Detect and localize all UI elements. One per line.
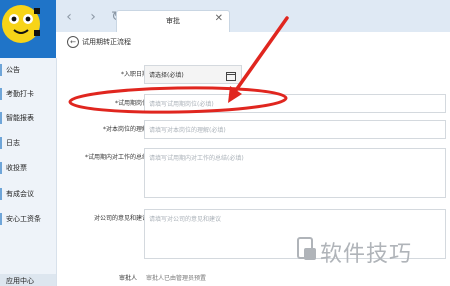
tab-title: 审批 <box>166 17 180 25</box>
accent-bar <box>0 112 2 124</box>
understanding-input[interactable]: 请填写对本岗位的理解(必填) <box>144 120 446 139</box>
summary-label: *试用期内对工作的总结 <box>84 154 148 161</box>
watermark-icon <box>297 237 316 260</box>
sidebar: 公告 考勤打卡 智能报表 日志 收投票 有成会议 安心工资条 <box>0 58 57 286</box>
watermark-text: 软件技巧 <box>320 242 413 267</box>
sidebar-item-payslip[interactable]: 安心工资条 <box>0 207 56 231</box>
sidebar-footer-label: 应用中心 <box>6 277 34 285</box>
entry-date-picker[interactable]: 请选择(必填) <box>144 65 242 84</box>
tab-approval[interactable]: 审批 ✕ <box>116 10 230 33</box>
sidebar-item-label: 考勤打卡 <box>6 90 34 98</box>
accent-bar <box>0 213 2 225</box>
understanding-label: *对本岗位的理解 <box>102 126 148 133</box>
position-placeholder: 请填写试用期岗位(必填) <box>149 101 214 108</box>
suggestions-label: 对公司的意见和建议 <box>93 215 148 222</box>
sidebar-item-label: 收投票 <box>6 164 27 172</box>
sidebar-item-label: 安心工资条 <box>6 215 41 223</box>
accent-bar <box>0 162 2 174</box>
sidebar-item-announcement[interactable]: 公告 <box>0 58 56 82</box>
sidebar-item-app-center[interactable]: 应用中心 <box>0 274 56 286</box>
close-icon[interactable]: ✕ <box>215 13 223 24</box>
page-title: 试用期转正流程 <box>82 38 131 46</box>
understanding-placeholder: 请填写对本岗位的理解(必填) <box>149 127 226 134</box>
entry-date-value: 请选择(必填) <box>149 72 184 79</box>
sidebar-item-log[interactable]: 日志 <box>0 131 56 155</box>
suggestions-placeholder: 请填写对公司的意见和建议 <box>149 216 222 223</box>
approver-label: 审批人 <box>119 275 138 282</box>
accent-bar <box>0 137 2 149</box>
sidebar-item-vote[interactable]: 收投票 <box>0 156 56 180</box>
sidebar-header <box>0 0 56 58</box>
position-input[interactable]: 请填写试用期岗位(必填) <box>144 94 446 113</box>
sidebar-item-label: 日志 <box>6 139 20 147</box>
sidebar-item-label: 公告 <box>6 66 20 74</box>
back-circle-icon[interactable]: ← <box>67 36 79 48</box>
accent-bar <box>0 88 2 100</box>
sidebar-item-label: 有成会议 <box>6 190 34 198</box>
accent-bar <box>0 64 2 76</box>
summary-placeholder: 请填写试用期内对工作的总结(必填) <box>149 155 244 162</box>
summary-textarea[interactable]: 请填写试用期内对工作的总结(必填) <box>144 148 446 198</box>
sidebar-item-reports[interactable]: 智能报表 <box>0 106 56 130</box>
sidebar-item-attendance[interactable]: 考勤打卡 <box>0 82 56 106</box>
calendar-icon[interactable] <box>226 72 236 81</box>
forward-arrow-icon[interactable]: › <box>86 9 100 25</box>
sidebar-item-label: 智能报表 <box>6 114 34 122</box>
mascot-logo <box>2 5 40 43</box>
accent-bar <box>0 188 2 200</box>
sidebar-item-meeting[interactable]: 有成会议 <box>0 182 56 206</box>
back-arrow-icon[interactable]: ‹ <box>62 9 76 25</box>
nav-controls: ‹ › ↻ <box>62 9 124 25</box>
approver-text: 审批人已由管理员预置 <box>146 275 207 282</box>
